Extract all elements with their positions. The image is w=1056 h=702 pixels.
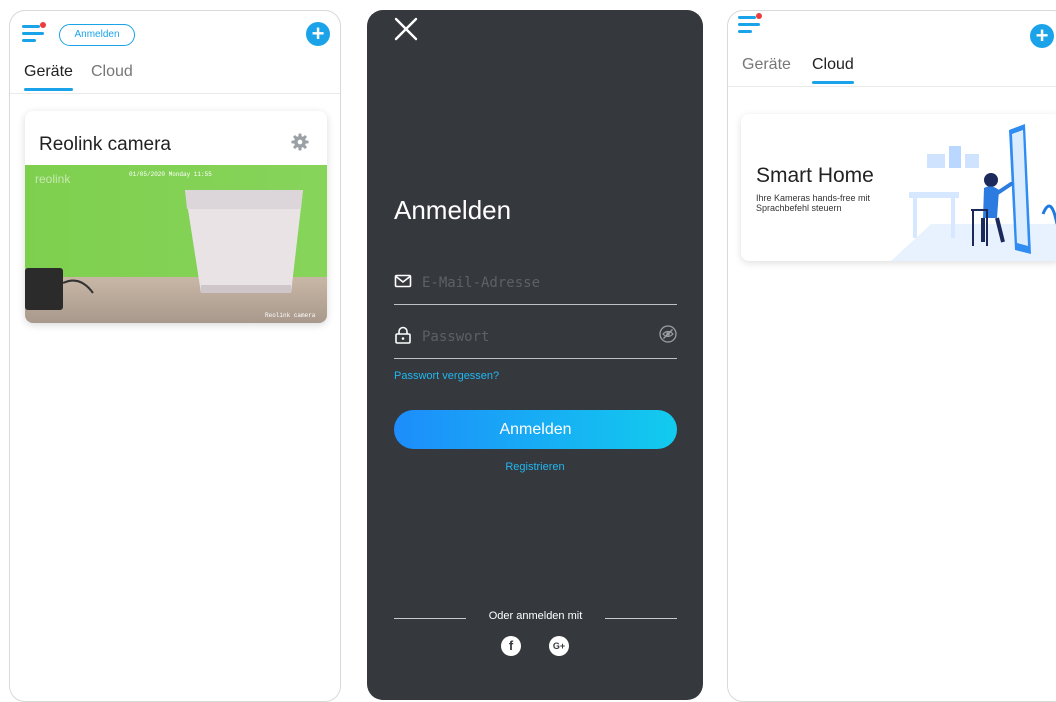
add-device-icon[interactable]: + bbox=[306, 22, 330, 46]
tab-divider bbox=[10, 93, 340, 94]
password-field bbox=[394, 318, 677, 359]
notification-dot bbox=[40, 22, 46, 28]
facebook-icon[interactable]: f bbox=[501, 636, 521, 656]
camera-name: Reolink camera bbox=[39, 134, 171, 155]
active-tab-indicator bbox=[812, 81, 854, 84]
smart-home-illustration bbox=[891, 124, 1056, 261]
active-tab-indicator bbox=[24, 88, 73, 91]
forgot-password-link[interactable]: Passwort vergessen? bbox=[394, 370, 499, 382]
tab-devices-label: Geräte bbox=[742, 56, 791, 73]
email-field bbox=[394, 264, 677, 305]
cloud-screen: + Geräte Cloud Smart Home Ihre Kameras h… bbox=[727, 10, 1056, 702]
tab-cloud-label: Cloud bbox=[91, 63, 133, 80]
camera-settings-gear-icon[interactable] bbox=[291, 133, 309, 151]
lock-icon bbox=[395, 326, 411, 344]
email-input[interactable] bbox=[420, 266, 644, 300]
close-icon[interactable] bbox=[393, 16, 419, 42]
register-link[interactable]: Registrieren bbox=[367, 461, 703, 473]
tab-devices-label: Geräte bbox=[24, 63, 73, 80]
tab-devices[interactable]: Geräte bbox=[24, 63, 73, 91]
password-input[interactable] bbox=[420, 320, 644, 354]
smart-home-title: Smart Home bbox=[756, 164, 874, 187]
add-device-icon[interactable]: + bbox=[1030, 24, 1054, 48]
toggle-password-visibility-icon[interactable] bbox=[659, 325, 677, 343]
mail-icon bbox=[394, 274, 412, 288]
tab-cloud[interactable]: Cloud bbox=[91, 63, 133, 81]
preview-osd-timestamp: 01/05/2020 Monday 11:55 bbox=[129, 171, 212, 178]
tab-divider bbox=[728, 86, 1056, 87]
smart-home-banner[interactable]: Smart Home Ihre Kameras hands-free mit S… bbox=[741, 114, 1056, 261]
login-submit-button[interactable]: Anmelden bbox=[394, 410, 677, 449]
tab-cloud-label: Cloud bbox=[812, 56, 854, 73]
tab-cloud[interactable]: Cloud bbox=[812, 56, 854, 84]
google-plus-icon[interactable]: G+ bbox=[549, 636, 569, 656]
alternative-login-divider: Oder anmelden mit bbox=[394, 610, 677, 626]
login-screen: Anmelden Passwort vergessen? Anmelden Re… bbox=[367, 10, 703, 700]
login-pill-button[interactable]: Anmelden bbox=[59, 24, 135, 46]
camera-live-preview[interactable]: reolink 01/05/2020 Monday 11:55 Reolink … bbox=[25, 165, 327, 323]
login-title: Anmelden bbox=[394, 195, 512, 225]
devices-screen: Anmelden + Geräte Cloud Reolink camera r… bbox=[9, 10, 341, 702]
preview-osd-name: Reolink camera bbox=[265, 312, 316, 319]
menu-icon[interactable] bbox=[22, 22, 46, 42]
notification-dot bbox=[756, 13, 762, 19]
camera-card[interactable]: Reolink camera reolink 01/05/2020 Monday… bbox=[25, 111, 327, 323]
menu-icon[interactable] bbox=[738, 13, 762, 33]
or-login-with-label: Oder anmelden mit bbox=[488, 610, 583, 622]
divider-line-right bbox=[605, 618, 677, 619]
tab-devices[interactable]: Geräte bbox=[742, 56, 791, 74]
preview-watermark: reolink bbox=[35, 172, 71, 186]
